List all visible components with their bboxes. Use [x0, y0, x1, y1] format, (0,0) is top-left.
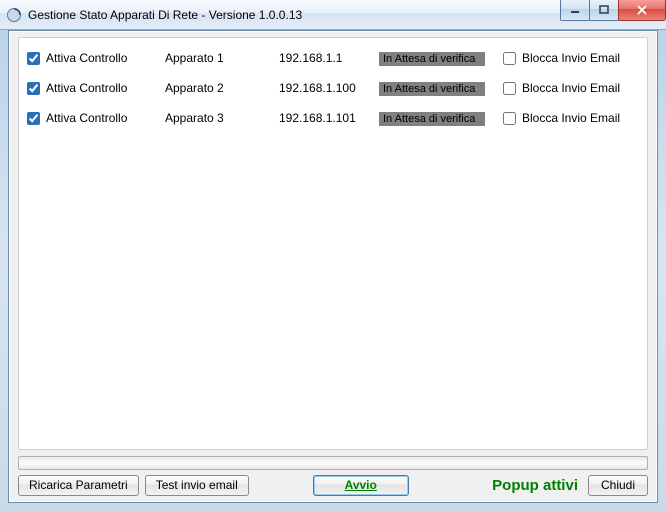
progress-bar	[18, 456, 648, 470]
blocca-invio-email-checkbox[interactable]	[503, 82, 516, 95]
maximize-icon	[599, 5, 609, 15]
status-badge: In Attesa di verifica	[379, 52, 485, 66]
maximize-button[interactable]	[589, 0, 619, 21]
attiva-controllo-label: Attiva Controllo	[46, 51, 127, 65]
device-name: Apparato 1	[165, 51, 279, 65]
main-panel: Attiva ControlloApparato 1192.168.1.1In …	[18, 37, 648, 450]
popup-active-label: Popup attivi	[492, 477, 578, 494]
app-icon	[6, 7, 22, 23]
status-badge: In Attesa di verifica	[379, 112, 485, 126]
start-button[interactable]: Avvio	[313, 475, 409, 496]
close-button[interactable]	[618, 0, 666, 21]
minimize-button[interactable]	[560, 0, 590, 21]
device-ip: 192.168.1.100	[279, 81, 379, 95]
bottom-bar: Ricarica Parametri Test invio email Avvi…	[18, 473, 648, 497]
device-row: Attiva Controllo Apparato 2192.168.1.100I…	[25, 74, 641, 102]
device-name: Apparato 3	[165, 111, 279, 125]
window-title: Gestione Stato Apparati Di Rete - Versio…	[28, 8, 302, 22]
client-area: Attiva ControlloApparato 1192.168.1.1In …	[8, 30, 658, 503]
attiva-controllo-label: Attiva Controllo	[46, 111, 127, 125]
status-badge: In Attesa di verifica	[379, 82, 485, 96]
attiva-controllo-checkbox[interactable]	[27, 52, 40, 65]
blocca-invio-email-label: Blocca Invio Email	[522, 51, 620, 65]
device-row: Attiva Controllo Apparato 3192.168.1.101I…	[25, 104, 641, 132]
blocca-invio-email-label: Blocca Invio Email	[522, 81, 620, 95]
close-icon	[636, 5, 648, 15]
device-row: Attiva Controllo Apparato 1192.168.1.1In …	[25, 44, 641, 72]
reload-params-button[interactable]: Ricarica Parametri	[18, 475, 139, 496]
device-ip: 192.168.1.1	[279, 51, 379, 65]
window-controls	[560, 0, 666, 20]
close-app-button[interactable]: Chiudi	[588, 475, 648, 496]
device-name: Apparato 2	[165, 81, 279, 95]
test-email-button[interactable]: Test invio email	[145, 475, 249, 496]
minimize-icon	[570, 5, 580, 15]
blocca-invio-email-label: Blocca Invio Email	[522, 111, 620, 125]
attiva-controllo-label: Attiva Controllo	[46, 81, 127, 95]
device-ip: 192.168.1.101	[279, 111, 379, 125]
blocca-invio-email-checkbox[interactable]	[503, 52, 516, 65]
attiva-controllo-checkbox[interactable]	[27, 112, 40, 125]
attiva-controllo-checkbox[interactable]	[27, 82, 40, 95]
blocca-invio-email-checkbox[interactable]	[503, 112, 516, 125]
titlebar: Gestione Stato Apparati Di Rete - Versio…	[0, 0, 666, 30]
